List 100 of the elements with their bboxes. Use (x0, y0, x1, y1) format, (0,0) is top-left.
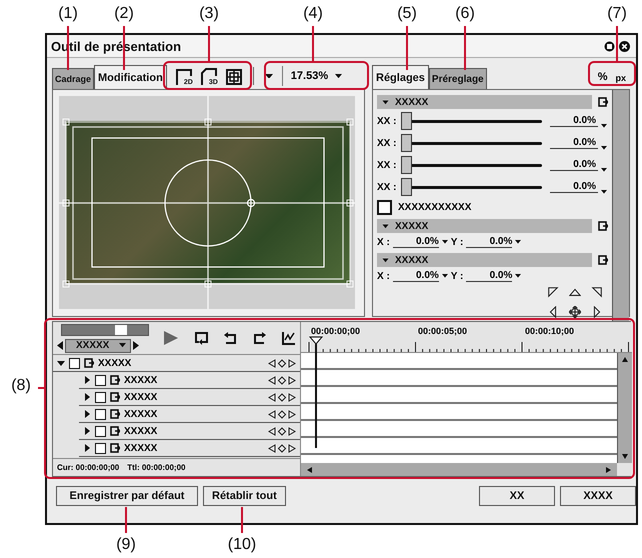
scrollbar[interactable] (617, 353, 632, 463)
callout-highlight (588, 61, 636, 86)
checkbox[interactable] (377, 200, 392, 214)
export-icon[interactable] (598, 97, 608, 107)
tab[interactable]: Réglages (372, 65, 429, 89)
track-selector[interactable]: XXXXX (65, 338, 131, 352)
export-icon[interactable] (110, 443, 120, 453)
zoom-slider[interactable] (61, 324, 149, 336)
expander-toggle[interactable] (83, 393, 91, 401)
scrollbar[interactable] (301, 463, 617, 476)
export-icon[interactable] (110, 392, 120, 402)
next-icon[interactable] (133, 341, 139, 350)
playhead[interactable] (309, 336, 323, 448)
checkbox[interactable] (95, 426, 106, 436)
previous-icon[interactable] (57, 341, 63, 350)
dropdown-caret-icon (515, 274, 522, 278)
export-icon[interactable] (110, 375, 120, 385)
x-field[interactable]: 0.0% (392, 236, 439, 248)
pin-icon[interactable] (604, 40, 615, 52)
ruler-label: 00:00:05;00 (418, 326, 468, 336)
loop-button[interactable] (195, 332, 208, 344)
value-field[interactable]: 0.0% (550, 159, 598, 171)
expander-toggle[interactable] (83, 376, 91, 384)
expander-toggle[interactable] (57, 359, 65, 367)
y-label: Y : (450, 270, 464, 282)
section-header[interactable]: XXXXX (377, 219, 592, 233)
scroll-left-icon[interactable] (307, 466, 312, 472)
slider-thumb[interactable] (401, 134, 412, 152)
value-field[interactable]: 0.0% (550, 115, 598, 127)
slider-thumb[interactable] (115, 324, 128, 334)
expander-toggle[interactable] (83, 444, 91, 452)
redo-button[interactable] (253, 332, 266, 344)
callout-label: (10) (226, 535, 258, 555)
checkbox[interactable] (95, 392, 106, 402)
slider-track[interactable] (401, 112, 542, 130)
y-field[interactable]: 0.0% (466, 236, 512, 248)
checkbox[interactable] (69, 358, 80, 368)
dialog-button[interactable]: XX (479, 486, 555, 506)
arrow-down-left-button[interactable] (590, 285, 604, 299)
keyframe-nav-icon[interactable] (268, 426, 296, 436)
x-label: X : (377, 270, 390, 282)
checkbox[interactable] (95, 374, 106, 386)
slider-track[interactable] (401, 134, 542, 152)
tab[interactable]: Cadrage (52, 68, 94, 89)
value-field[interactable]: 0.0% (550, 181, 598, 193)
slider-track[interactable] (401, 156, 542, 174)
callout-label: (4) (302, 4, 324, 24)
keyframe-nav-icon[interactable] (268, 392, 296, 402)
export-icon[interactable] (110, 426, 120, 436)
slider-label: XX : (377, 138, 398, 148)
undo-button[interactable] (224, 332, 237, 344)
export-icon[interactable] (110, 409, 120, 419)
x-field[interactable]: 0.0% (392, 270, 439, 282)
footer-button[interactable]: Enregistrer par défaut (56, 486, 198, 506)
keyframe-nav-icon[interactable] (268, 444, 296, 452)
expander-toggle[interactable] (83, 427, 91, 435)
leader-line (208, 26, 210, 61)
arrow-down-right-button[interactable] (546, 285, 560, 299)
scroll-up-icon[interactable] (622, 357, 628, 362)
leader-line (312, 26, 314, 61)
dialog-button[interactable]: XXXX (560, 486, 636, 506)
close-icon[interactable] (619, 40, 630, 52)
footer-button[interactable]: Rétablir tout (203, 486, 286, 506)
play-button[interactable] (163, 330, 179, 346)
grid-button[interactable] (224, 68, 243, 86)
scrollbar[interactable] (612, 90, 629, 323)
slider-thumb[interactable] (401, 178, 412, 196)
keyframe-nav-icon[interactable] (268, 358, 296, 368)
move-button[interactable] (568, 305, 582, 319)
dropdown-caret-icon (515, 240, 522, 244)
section-header[interactable]: XXXXX (377, 253, 592, 267)
export-icon[interactable] (84, 358, 94, 368)
export-icon[interactable] (598, 255, 608, 265)
graph-button[interactable] (282, 332, 295, 344)
unit-button[interactable]: % (594, 71, 612, 83)
scroll-right-icon[interactable] (606, 466, 611, 472)
caret-icon (264, 74, 273, 78)
unit-button[interactable]: px (611, 73, 630, 83)
slider-track[interactable] (401, 178, 542, 196)
callout-label: (6) (454, 4, 476, 24)
callout-label: (3) (198, 4, 220, 24)
tab[interactable]: Modification (94, 65, 167, 89)
section-header[interactable]: XXXXX (377, 95, 592, 109)
slider-thumb[interactable] (401, 112, 412, 130)
value-field[interactable]: 0.0% (550, 137, 598, 149)
expander-toggle[interactable] (83, 410, 91, 418)
tab[interactable]: Préreglage (428, 68, 487, 89)
slider-thumb[interactable] (401, 156, 412, 174)
callout-label: (8) (10, 376, 32, 396)
export-icon[interactable] (598, 221, 608, 231)
ruler-label: 00:00:00;00 (311, 326, 362, 336)
checkbox[interactable] (95, 442, 106, 454)
slider-label: XX : (377, 160, 398, 170)
slider-label: XX : (377, 116, 398, 126)
checkbox[interactable] (95, 408, 106, 420)
collapse-caret-icon (382, 223, 389, 229)
y-field[interactable]: 0.0% (466, 270, 512, 282)
keyframe-nav-icon[interactable] (268, 410, 296, 418)
keyframe-nav-icon[interactable] (268, 376, 296, 384)
scroll-down-icon[interactable] (622, 454, 628, 459)
